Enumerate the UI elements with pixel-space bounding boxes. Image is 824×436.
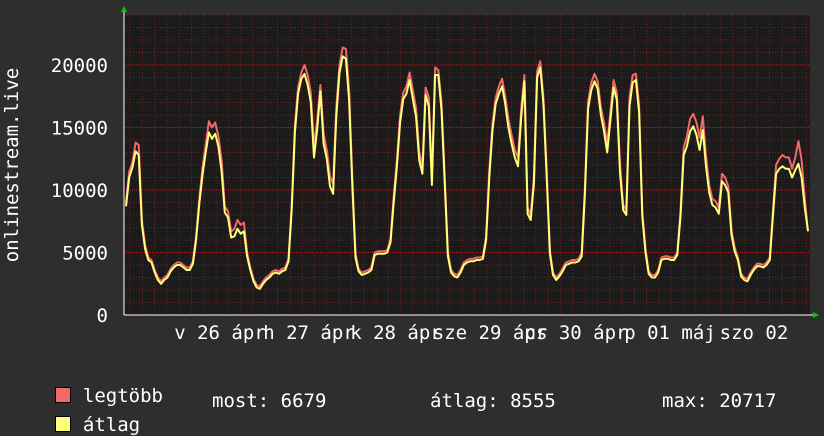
y-tick-label: 5000 — [62, 243, 108, 265]
x-tick-label: v 26 ápr — [174, 322, 266, 344]
x-tick-label: szo 02 — [720, 322, 789, 344]
x-axis-ticks: v 26 áprh 27 áprk 28 áprsze 29 áprcs 30 … — [174, 322, 788, 344]
y-axis-label: onlinestream.live — [1, 68, 23, 262]
x-tick-label: h 27 ápr — [263, 322, 355, 344]
y-tick-label: 10000 — [51, 180, 108, 202]
y-axis-arrow — [121, 6, 127, 12]
y-tick-label: 0 — [97, 305, 108, 327]
chart: 0 5000 10000 15000 20000 v 26 áprh 27 áprk 2… — [1, 6, 819, 344]
legend-avg: átlag — [32, 392, 140, 436]
x-axis-arrow — [813, 312, 819, 318]
stat-max: max: 20717 — [662, 390, 777, 412]
y-tick-label: 15000 — [51, 118, 108, 140]
x-tick-label: k 28 ápr — [350, 322, 442, 344]
legend-avg-label: átlag — [82, 414, 141, 436]
x-tick-label: p 01 máj — [624, 322, 716, 344]
x-tick-label: cs 30 ápr — [525, 322, 628, 344]
y-axis-ticks: 0 5000 10000 15000 20000 — [51, 55, 108, 327]
y-tick-label: 20000 — [51, 55, 108, 77]
stat-now: most: 6679 — [212, 390, 327, 412]
stat-avg: átlag: 8555 — [430, 390, 556, 412]
